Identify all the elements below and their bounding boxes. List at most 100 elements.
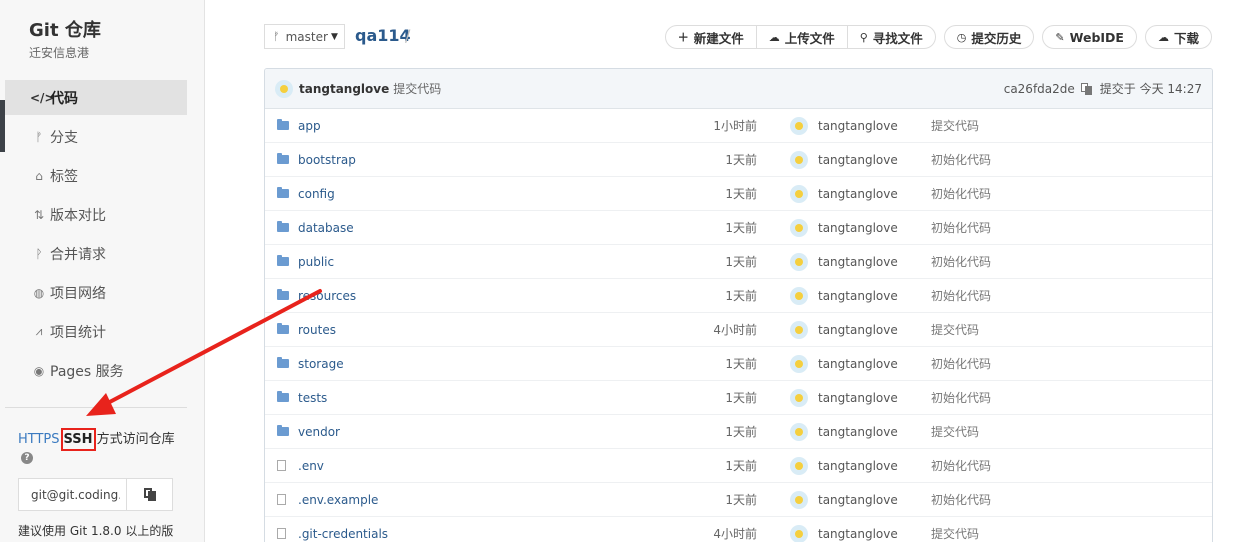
file-name-link[interactable]: bootstrap xyxy=(298,153,356,167)
avatar xyxy=(790,355,808,373)
find-file-button[interactable]: ⚲ 寻找文件 xyxy=(846,26,935,48)
avatar xyxy=(790,525,808,542)
file-name-link[interactable]: database xyxy=(298,221,354,235)
sidebar-item-1[interactable]: ᚠ 分支 xyxy=(5,119,187,154)
sidebar-item-label: 项目网络 xyxy=(50,285,106,302)
file-author-link[interactable]: tangtanglove xyxy=(818,187,898,201)
file-author-link[interactable]: tangtanglove xyxy=(818,357,898,371)
sidebar-item-7[interactable]: ◉ Pages 服务 xyxy=(5,353,187,388)
file-time: 1天前 xyxy=(725,255,757,269)
file-row[interactable]: resources 1天前 tangtanglove 初始化代码 xyxy=(265,279,1212,313)
file-row[interactable]: public 1天前 tangtanglove 初始化代码 xyxy=(265,245,1212,279)
latest-commit-bar: tangtanglove 提交代码 ca26fda2de 提交于 今天 14:2… xyxy=(265,69,1212,109)
file-list: app 1小时前 tangtanglove 提交代码 bootstrap 1天前 tangt… xyxy=(265,109,1212,542)
https-toggle[interactable]: HTTPS xyxy=(18,432,60,447)
sidebar-item-5[interactable]: ◍ 项目网络 xyxy=(5,275,187,310)
upload-file-button[interactable]: ☁ 上传文件 xyxy=(755,26,847,48)
clock-icon: ◷ xyxy=(956,30,967,44)
file-author-link[interactable]: tangtanglove xyxy=(818,493,898,507)
team-name: 迁安信息港 xyxy=(29,46,90,60)
file-name-link[interactable]: resources xyxy=(298,289,356,303)
file-name-link[interactable]: .env xyxy=(298,459,324,473)
path-separator: / xyxy=(405,26,411,45)
repo-name-link[interactable]: qa114 xyxy=(355,26,411,45)
sidebar-item-0[interactable]: </> 代码 xyxy=(5,80,187,115)
file-row[interactable]: tests 1天前 tangtanglove 初始化代码 xyxy=(265,381,1212,415)
history-label: 提交历史 xyxy=(971,30,1022,46)
file-author-link[interactable]: tangtanglove xyxy=(818,119,898,133)
avatar xyxy=(790,117,808,135)
file-author-link[interactable]: tangtanglove xyxy=(818,221,898,235)
file-name-link[interactable]: storage xyxy=(298,357,344,371)
download-button-wrap: ☁ 下载 xyxy=(1144,25,1212,49)
branch-icon: ᚠ xyxy=(35,129,43,144)
download-label: 下载 xyxy=(1173,30,1199,46)
commit-author-link[interactable]: tangtanglove xyxy=(299,82,389,96)
sidebar-item-4[interactable]: ᚹ 合并请求 xyxy=(5,236,187,271)
repo-section-title: Git 仓库 xyxy=(29,20,101,41)
help-icon[interactable]: ? xyxy=(21,452,33,464)
webide-label: WebIDE xyxy=(1069,29,1124,45)
download-button[interactable]: ☁ 下载 xyxy=(1146,26,1211,48)
file-author-link[interactable]: tangtanglove xyxy=(818,391,898,405)
network-icon: ◍ xyxy=(33,285,45,300)
file-author-link[interactable]: tangtanglove xyxy=(818,459,898,473)
clone-url-input[interactable] xyxy=(19,479,127,510)
sidebar-item-3[interactable]: ⇅ 版本对比 xyxy=(5,197,187,232)
avatar xyxy=(790,219,808,237)
file-row[interactable]: storage 1天前 tangtanglove 初始化代码 xyxy=(265,347,1212,381)
file-icon xyxy=(277,460,286,471)
file-author-link[interactable]: tangtanglove xyxy=(818,153,898,167)
file-row[interactable]: routes 4小时前 tangtanglove 提交代码 xyxy=(265,313,1212,347)
file-commit-message: 提交代码 xyxy=(931,323,980,337)
file-commit-message: 初始化代码 xyxy=(931,493,992,507)
file-commit-message: 初始化代码 xyxy=(931,459,992,473)
file-author-link[interactable]: tangtanglove xyxy=(818,255,898,269)
file-name-link[interactable]: public xyxy=(298,255,334,269)
file-name-link[interactable]: routes xyxy=(298,323,336,337)
file-commit-message: 初始化代码 xyxy=(931,357,992,371)
folder-icon xyxy=(277,221,289,232)
find-label: 寻找文件 xyxy=(872,30,923,46)
copy-url-button[interactable] xyxy=(127,479,172,510)
file-name-link[interactable]: vendor xyxy=(298,425,340,439)
file-name-link[interactable]: tests xyxy=(298,391,327,405)
file-author-link[interactable]: tangtanglove xyxy=(818,323,898,337)
search-icon: ⚲ xyxy=(859,30,868,44)
new-file-button[interactable]: ＋ 新建文件 xyxy=(666,26,756,48)
avatar xyxy=(790,389,808,407)
webide-button[interactable]: ✎ WebIDE xyxy=(1043,26,1136,48)
file-row[interactable]: .env 1天前 tangtanglove 初始化代码 xyxy=(265,449,1212,483)
copy-hash-icon[interactable] xyxy=(1080,82,1092,95)
commit-history-button[interactable]: ◷ 提交历史 xyxy=(945,26,1034,48)
ssh-toggle[interactable]: SSH xyxy=(60,428,96,451)
new-file-label: 新建文件 xyxy=(693,30,744,46)
avatar xyxy=(790,287,808,305)
file-author-link[interactable]: tangtanglove xyxy=(818,527,898,541)
file-name-link[interactable]: .env.example xyxy=(298,493,378,507)
file-row[interactable]: vendor 1天前 tangtanglove 提交代码 xyxy=(265,415,1212,449)
file-commit-message: 初始化代码 xyxy=(931,187,992,201)
avatar xyxy=(790,321,808,339)
commit-hash-link[interactable]: ca26fda2de xyxy=(1004,82,1075,96)
brand: Git 仓库 迁安信息港 xyxy=(29,20,101,61)
file-name-link[interactable]: app xyxy=(298,119,321,133)
file-row[interactable]: config 1天前 tangtanglove 初始化代码 xyxy=(265,177,1212,211)
sidebar-item-6[interactable]: ⩘ 项目统计 xyxy=(5,314,187,349)
branch-selector[interactable]: ᚠ master ▼ xyxy=(264,24,345,49)
file-row[interactable]: bootstrap 1天前 tangtanglove 初始化代码 xyxy=(265,143,1212,177)
file-name-link[interactable]: config xyxy=(298,187,335,201)
file-row[interactable]: database 1天前 tangtanglove 初始化代码 xyxy=(265,211,1212,245)
file-row[interactable]: .git-credentials 4小时前 tangtanglove 提交代码 xyxy=(265,517,1212,542)
file-name-link[interactable]: .git-credentials xyxy=(298,527,388,541)
sidebar-item-2[interactable]: ⌂ 标签 xyxy=(5,158,187,193)
file-row[interactable]: app 1小时前 tangtanglove 提交代码 xyxy=(265,109,1212,143)
app-root: Git 仓库 迁安信息港 </> 代码 ᚠ 分支 ⌂ 标签 ⇅ 版本对比 ᚹ 合并请求 ◍ 项目网络 ⩘… xyxy=(0,0,1259,542)
folder-icon xyxy=(277,255,289,266)
file-author-link[interactable]: tangtanglove xyxy=(818,425,898,439)
copy-icon xyxy=(143,488,156,501)
file-time: 1天前 xyxy=(725,459,757,473)
file-row[interactable]: .env.example 1天前 tangtanglove 初始化代码 xyxy=(265,483,1212,517)
file-icon xyxy=(277,528,286,539)
file-author-link[interactable]: tangtanglove xyxy=(818,289,898,303)
